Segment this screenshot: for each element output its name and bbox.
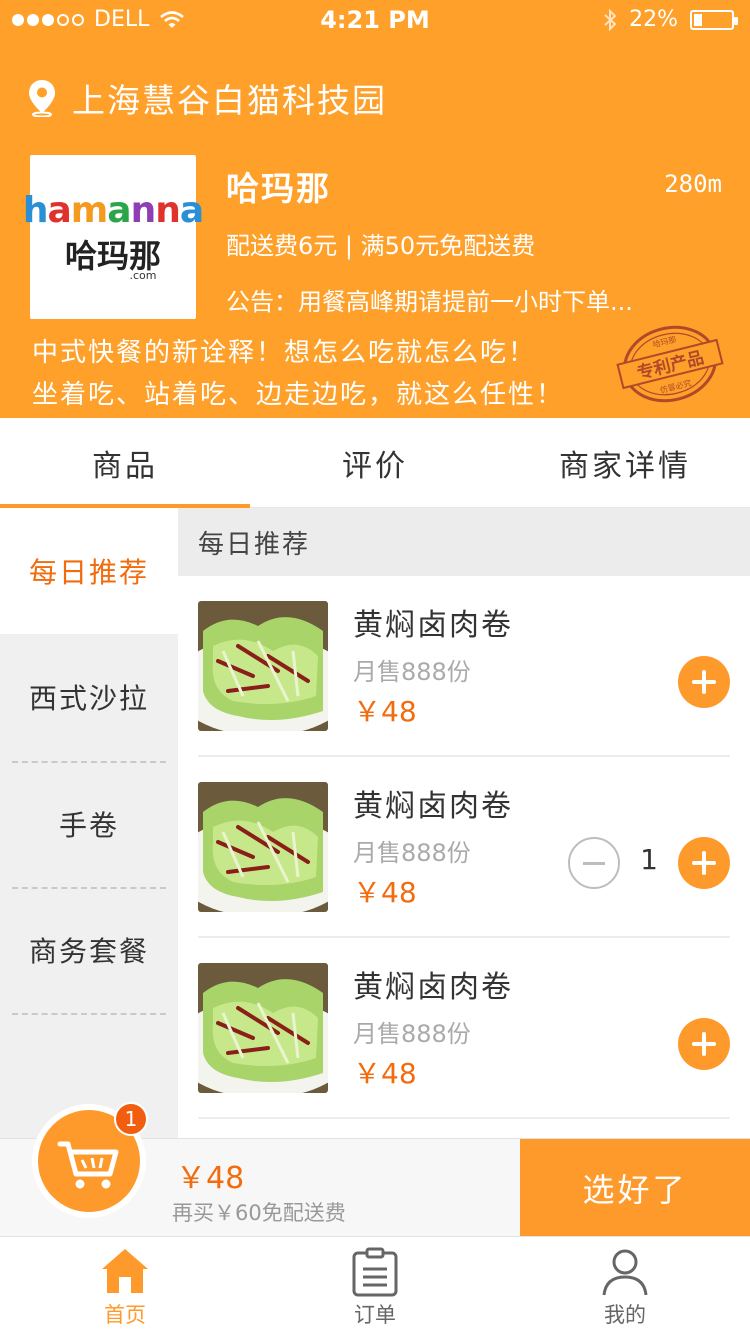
nav-home[interactable]: 首页 (0, 1237, 250, 1334)
category-business-set[interactable]: 商务套餐 (0, 887, 178, 1013)
list-section-title: 每日推荐 (178, 508, 750, 576)
category-hand-roll[interactable]: 手卷 (0, 761, 178, 887)
add-to-cart-button[interactable] (678, 656, 730, 708)
delivery-fee-info: 配送费6元 | 满50元免配送费 (226, 232, 536, 260)
free-delivery-note: 再买￥60免配送费 (172, 1201, 346, 1225)
shop-distance: 280m (664, 170, 722, 198)
shop-notice[interactable]: 公告：用餐高峰期请提前一小时下单... (226, 282, 706, 317)
list-item[interactable]: 黄焖卤肉卷 月售888份 ￥48 (198, 576, 730, 757)
dish-monthly-sales: 月售888份 (353, 839, 471, 867)
slogan-line-1: 中式快餐的新诠释！想怎么吃就怎么吃！ (32, 338, 537, 368)
location-text: 上海慧谷白猫科技园 (72, 81, 387, 120)
dish-name: 黄焖卤肉卷 (353, 608, 513, 643)
bottom-nav: 首页 订单 我的 (0, 1236, 750, 1334)
category-sidebar: 每日推荐 西式沙拉 手卷 商务套餐 (0, 508, 178, 1138)
dish-name: 黄焖卤肉卷 (353, 789, 513, 824)
cart-total: ￥48 (176, 1161, 245, 1196)
shop-logo: hamanna 哈玛那 .com (23, 155, 204, 319)
nav-orders-label: 订单 (354, 1303, 396, 1327)
stamp-small-bottom: 仿冒必究 (659, 378, 692, 395)
dish-thumbnail (198, 601, 328, 731)
bluetooth-icon (604, 8, 617, 31)
dish-price: ￥48 (353, 876, 417, 909)
shop-header: DELL 4:21 PM 22% 上海慧谷白猫科技园 hamanna 哈玛那 .… (0, 0, 750, 418)
order-icon (352, 1247, 398, 1297)
cart-count-badge: 1 (114, 1102, 148, 1136)
slogan-line-2: 坐着吃、站着吃、边走边吃，就这么任性！ (32, 380, 565, 410)
dish-name: 黄焖卤肉卷 (353, 970, 513, 1005)
decrease-quantity-button[interactable] (568, 837, 620, 889)
item-quantity: 1 (640, 843, 658, 876)
dish-thumbnail (198, 782, 328, 912)
battery-icon (690, 9, 738, 30)
dish-thumbnail (198, 963, 328, 1093)
tab-shop-details[interactable]: 商家详情 (500, 418, 750, 508)
category-divider (12, 1013, 166, 1015)
increase-quantity-button[interactable] (678, 837, 730, 889)
stamp-small-top: 哈玛那 (652, 334, 678, 350)
tab-reviews[interactable]: 评价 (250, 418, 500, 508)
checkout-button[interactable]: 选好了 (520, 1139, 750, 1237)
dish-price: ￥48 (353, 1057, 417, 1090)
shop-tabs: 商品 评价 商家详情 (0, 418, 750, 508)
location-pin-icon (29, 80, 55, 117)
nav-profile-label: 我的 (604, 1303, 646, 1327)
status-bar: DELL 4:21 PM 22% (0, 0, 750, 40)
list-item[interactable]: 黄焖卤肉卷 月售888份 ￥48 1 (198, 757, 730, 938)
home-icon (102, 1249, 148, 1293)
nav-home-label: 首页 (104, 1303, 146, 1327)
shop-name: 哈玛那 (226, 169, 331, 208)
battery-percent: 22% (629, 7, 678, 32)
logo-latin: hamanna (22, 189, 204, 231)
dish-monthly-sales: 月售888份 (353, 1020, 471, 1048)
nav-orders[interactable]: 订单 (250, 1237, 500, 1334)
patent-stamp-icon: 专利产品 哈玛那 仿冒必究 (616, 325, 724, 403)
category-daily-recommend[interactable]: 每日推荐 (0, 508, 178, 634)
app-screen: DELL 4:21 PM 22% 上海慧谷白猫科技园 hamanna 哈玛那 .… (0, 0, 750, 1334)
user-icon (602, 1249, 648, 1296)
dish-price: ￥48 (353, 695, 417, 728)
category-western-salad[interactable]: 西式沙拉 (0, 634, 178, 760)
logo-domain: .com (129, 268, 157, 282)
delivery-location[interactable]: 上海慧谷白猫科技园 (28, 74, 387, 122)
tab-goods[interactable]: 商品 (0, 418, 250, 508)
list-item[interactable]: 黄焖卤肉卷 月售888份 ￥48 (198, 938, 730, 1119)
nav-profile[interactable]: 我的 (500, 1237, 750, 1334)
dish-monthly-sales: 月售888份 (353, 658, 471, 686)
add-to-cart-button[interactable] (678, 1018, 730, 1070)
